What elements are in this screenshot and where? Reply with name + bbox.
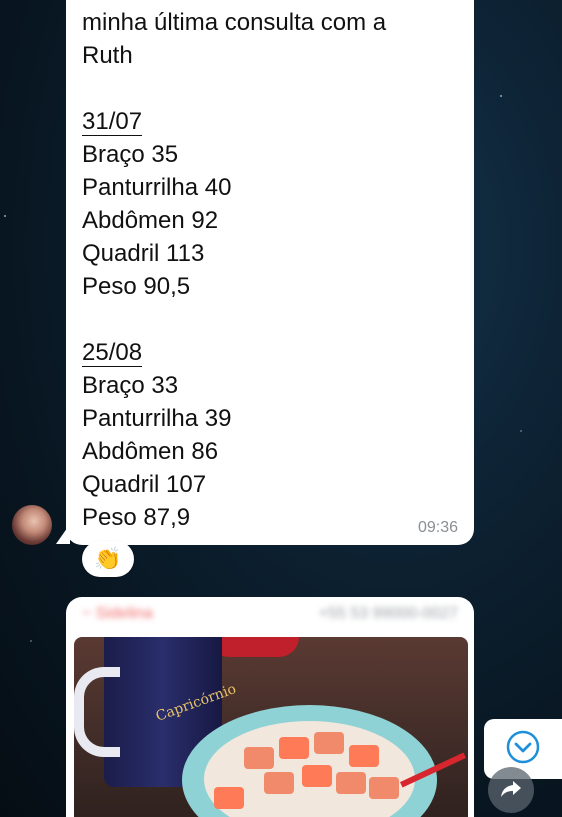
background-star <box>4 215 6 217</box>
photo-papaya <box>264 772 294 794</box>
photo-message-bubble[interactable]: ~ Sidelina +55 53 99000-0027 Capricórnio <box>66 597 474 817</box>
measure-line: Quadril 107 <box>82 471 207 498</box>
photo-papaya <box>214 787 244 809</box>
measure-line: Braço 33 <box>82 372 179 399</box>
photo-papaya <box>302 765 332 787</box>
sender-phone: +55 53 99000-0027 <box>318 605 458 622</box>
message-line: Ruth <box>82 42 133 69</box>
forward-button[interactable] <box>488 767 534 813</box>
forward-icon <box>499 776 523 805</box>
measure-line: Braço 35 <box>82 141 179 168</box>
measure-line: Panturrilha 40 <box>82 174 232 201</box>
chevron-down-circle-icon <box>505 729 541 770</box>
background-star <box>30 640 32 642</box>
message-header: ~ Sidelina +55 53 99000-0027 <box>66 603 474 629</box>
message-photo[interactable]: Capricórnio <box>74 637 468 817</box>
bubble-tail <box>56 524 70 544</box>
reaction-badge[interactable]: 👏 <box>82 541 134 577</box>
message-timestamp: 09:36 <box>417 519 458 536</box>
measure-date: 31/07 <box>82 108 143 136</box>
sender-name[interactable]: ~ Sidelina <box>82 605 153 623</box>
measure-line: Peso 87,9 <box>82 504 191 531</box>
photo-mug-handle <box>74 667 120 757</box>
photo-papaya <box>369 777 399 799</box>
background-star <box>500 95 502 97</box>
mug-label: Capricórnio <box>153 681 239 725</box>
avatar[interactable] <box>12 505 52 545</box>
photo-papaya <box>336 772 366 794</box>
photo-papaya <box>349 745 379 767</box>
measure-line: Quadril 113 <box>82 240 205 267</box>
background-star <box>520 430 522 432</box>
photo-papaya <box>279 737 309 759</box>
measure-date: 25/08 <box>82 339 143 367</box>
message-line: minha última consulta com a <box>82 9 387 36</box>
measure-line: Abdômen 92 <box>82 207 219 234</box>
measure-line: Panturrilha 39 <box>82 405 232 432</box>
message-bubble[interactable]: minha última consulta com a Ruth 31/07 B… <box>66 0 474 545</box>
photo-papaya <box>314 732 344 754</box>
photo-plate <box>209 637 299 657</box>
measure-line: Abdômen 86 <box>82 438 219 465</box>
photo-papaya <box>244 747 274 769</box>
measure-line: Peso 90,5 <box>82 273 191 300</box>
clapping-hands-icon: 👏 <box>94 546 122 571</box>
